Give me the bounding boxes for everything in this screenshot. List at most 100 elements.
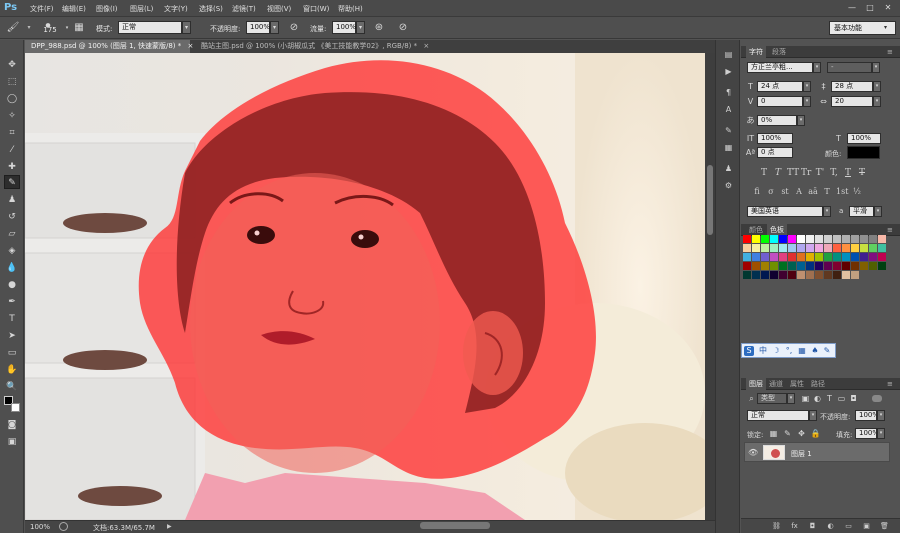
font-style-dropdown-icon[interactable]: ▾: [872, 62, 880, 73]
tracking-input[interactable]: 20: [831, 96, 873, 107]
actions-panel-icon[interactable]: ▶: [722, 65, 735, 78]
color-swatch[interactable]: [824, 235, 832, 243]
vertical-scale-input[interactable]: 100%: [757, 133, 793, 144]
tab-close-icon[interactable]: ×: [188, 42, 194, 50]
subscript-icon[interactable]: T,: [829, 167, 839, 179]
color-swatch[interactable]: [815, 235, 823, 243]
color-swatch[interactable]: [851, 262, 859, 270]
lasso-tool-icon[interactable]: ◯: [4, 92, 20, 106]
minimize-button[interactable]: —: [846, 3, 858, 13]
history-panel-icon[interactable]: ▤: [722, 48, 735, 61]
menu-window[interactable]: 窗口(W): [303, 4, 329, 14]
color-swatch[interactable]: [770, 262, 778, 270]
color-swatch[interactable]: [752, 262, 760, 270]
layer-name[interactable]: 图层 1: [791, 449, 812, 459]
lock-position-icon[interactable]: ✥: [796, 428, 807, 439]
filter-shape-icon[interactable]: ▭: [836, 393, 847, 404]
pressure-size-icon[interactable]: ⊘: [396, 21, 410, 35]
color-swatch[interactable]: [779, 262, 787, 270]
close-window-button[interactable]: ✕: [882, 3, 894, 13]
half-icon[interactable]: ½: [852, 186, 862, 198]
language-dropdown-icon[interactable]: ▾: [823, 206, 831, 217]
color-swatch[interactable]: [779, 244, 787, 252]
tab-paths[interactable]: 路径: [808, 378, 828, 390]
menu-filter[interactable]: 滤镜(T): [232, 4, 256, 14]
ime-settings-icon[interactable]: ✎: [822, 346, 832, 356]
tool-presets-icon[interactable]: ⚙: [722, 179, 735, 192]
color-swatch[interactable]: [797, 271, 805, 279]
clone-source-icon[interactable]: ♟: [722, 162, 735, 175]
color-swatch[interactable]: [851, 253, 859, 261]
color-swatch[interactable]: [797, 235, 805, 243]
pen-tool-icon[interactable]: ✒: [4, 295, 20, 309]
tab-dpp-988[interactable]: DPP_988.psd @ 100% (图层 1, 快速蒙版/8) * ×: [25, 40, 193, 53]
background-color-swatch[interactable]: [11, 403, 20, 412]
color-swatch[interactable]: [878, 262, 886, 270]
color-swatch[interactable]: [743, 253, 751, 261]
color-swatch[interactable]: [806, 262, 814, 270]
color-swatch[interactable]: [842, 235, 850, 243]
font-size-dropdown-icon[interactable]: ▾: [803, 81, 811, 92]
color-swatch[interactable]: [860, 244, 868, 252]
history-brush-tool-icon[interactable]: ↺: [4, 210, 20, 224]
color-swatch[interactable]: [833, 253, 841, 261]
color-swatch[interactable]: [806, 253, 814, 261]
menu-select[interactable]: 选择(S): [199, 4, 223, 14]
blend-mode-select[interactable]: 正常: [747, 410, 809, 421]
color-swatch[interactable]: [878, 244, 886, 252]
color-swatch[interactable]: [815, 244, 823, 252]
opacity-dropdown-icon[interactable]: ▾: [270, 21, 279, 34]
ime-skin-icon[interactable]: ♠: [810, 346, 820, 356]
leading-dropdown-icon[interactable]: ▾: [873, 81, 881, 92]
eye-icon[interactable]: 👁: [748, 448, 758, 457]
flow-dropdown-icon[interactable]: ▾: [356, 21, 365, 34]
brush-tool-icon[interactable]: ✎: [4, 175, 20, 189]
screen-mode-icon[interactable]: ▣: [4, 435, 20, 449]
vertical-scrollbar-thumb[interactable]: [707, 165, 713, 235]
baseline-shift-input[interactable]: 0 点: [757, 147, 793, 158]
menu-edit[interactable]: 编辑(E): [62, 4, 86, 14]
zoom-tool-icon[interactable]: 🔍: [4, 380, 20, 394]
color-swatch[interactable]: [806, 271, 814, 279]
ordinals-icon[interactable]: T: [822, 186, 832, 198]
color-swatch[interactable]: [743, 271, 751, 279]
delete-layer-icon[interactable]: 🗑: [879, 521, 890, 532]
color-swatch[interactable]: [851, 244, 859, 252]
filter-smart-object-icon[interactable]: ◘: [848, 393, 859, 404]
color-swatch[interactable]: [761, 235, 769, 243]
swatch-grid[interactable]: [743, 235, 887, 287]
color-swatch[interactable]: [860, 235, 868, 243]
color-swatch[interactable]: [761, 262, 769, 270]
antialias-dropdown-icon[interactable]: ▾: [874, 206, 882, 217]
character-panel-icon[interactable]: A: [722, 103, 735, 116]
brush-panel-toggle-icon[interactable]: ▦: [72, 21, 86, 35]
font-family-select[interactable]: 方正兰亭粗...: [747, 62, 813, 73]
color-swatch[interactable]: [860, 262, 868, 270]
alternates-icon[interactable]: A: [794, 186, 804, 198]
faux-bold-icon[interactable]: T: [759, 167, 769, 179]
filter-type-icon[interactable]: T: [824, 393, 835, 404]
paragraph-panel-icon[interactable]: ¶: [722, 86, 735, 99]
menu-help[interactable]: 帮助(H): [338, 4, 363, 14]
type-tool-icon[interactable]: T: [4, 312, 20, 326]
color-swatch[interactable]: [743, 235, 751, 243]
color-swatch[interactable]: [770, 235, 778, 243]
color-swatch[interactable]: [842, 262, 850, 270]
strikethrough-icon[interactable]: T: [857, 167, 867, 179]
underline-icon[interactable]: T: [843, 167, 853, 179]
color-swatch[interactable]: [833, 262, 841, 270]
color-swatch[interactable]: [743, 244, 751, 252]
color-swatch[interactable]: [770, 271, 778, 279]
color-swatch[interactable]: [752, 271, 760, 279]
maximize-button[interactable]: □: [864, 3, 876, 13]
oldstyle-icon[interactable]: σ: [766, 186, 776, 198]
panel-menu-icon[interactable]: ≡: [887, 226, 893, 234]
color-swatch[interactable]: [788, 235, 796, 243]
color-swatch[interactable]: [815, 253, 823, 261]
document-canvas[interactable]: [25, 53, 705, 520]
all-caps-icon[interactable]: TT: [787, 167, 799, 179]
fill-input[interactable]: 100%: [855, 428, 877, 439]
layer-row[interactable]: 👁 图层 1: [744, 442, 890, 462]
color-swatch[interactable]: [743, 262, 751, 270]
titling-icon[interactable]: aā: [808, 186, 818, 198]
